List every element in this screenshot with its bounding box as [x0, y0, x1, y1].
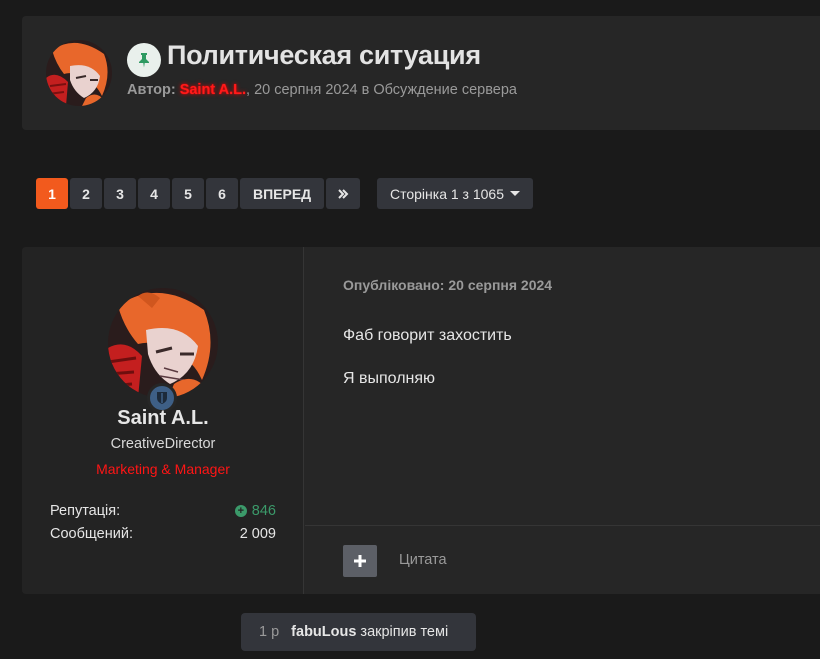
- reputation-label: Репутація:: [50, 503, 121, 519]
- posts-value: 2 009: [239, 526, 276, 542]
- page-4-button[interactable]: 4: [138, 178, 170, 209]
- topic-meta-rest: , 20 серпня 2024 в Обсуждение сервера: [246, 82, 517, 98]
- plus-circle-icon: +: [234, 505, 247, 517]
- page-5-button[interactable]: 5: [172, 178, 204, 209]
- topic-header: Политическая ситуация Автор: Saint A.L.,…: [22, 16, 820, 130]
- post-text-line: Я выполняю: [343, 370, 436, 387]
- post-author-avatar[interactable]: [108, 288, 218, 398]
- post-date[interactable]: Опубліковано: 20 серпня 2024: [343, 277, 552, 293]
- page-6-button[interactable]: 6: [206, 178, 238, 209]
- reputation-value: + 846: [234, 503, 276, 519]
- double-chevron-right-icon: [338, 188, 349, 199]
- author-link[interactable]: Saint A.L.: [180, 82, 246, 98]
- post-author-name[interactable]: Saint A.L.: [22, 407, 304, 430]
- pagination: 1 2 3 4 5 6 ВПЕРЕД: [36, 178, 361, 209]
- reputation-stat: Репутація: + 846: [50, 503, 276, 519]
- post: Saint A.L. CreativeDirector Marketing & …: [22, 247, 820, 594]
- multiquote-button[interactable]: [343, 545, 377, 577]
- next-page-button[interactable]: ВПЕРЕД: [240, 178, 325, 209]
- post-body: Опубліковано: 20 серпня 2024 Фаб говорит…: [305, 247, 820, 594]
- page-jump-dropdown[interactable]: Сторінка 1 з 1065: [377, 178, 533, 209]
- post-author-group: Marketing & Manager: [96, 461, 230, 477]
- page-1-button[interactable]: 1: [36, 178, 68, 209]
- page-2-button[interactable]: 2: [70, 178, 102, 209]
- plus-icon: [354, 555, 366, 567]
- last-page-button[interactable]: [326, 178, 361, 209]
- posts-label: Сообщений:: [50, 526, 133, 542]
- quote-button[interactable]: Цитата: [399, 552, 447, 568]
- pinned-badge: [127, 43, 161, 77]
- event-time: 1 р: [259, 624, 280, 640]
- page-title: Политическая ситуация: [167, 40, 481, 70]
- author-label: Автор:: [127, 82, 176, 98]
- page-3-button[interactable]: 3: [104, 178, 136, 209]
- topic-page: Политическая ситуация Автор: Saint A.L.,…: [0, 0, 820, 659]
- posts-stat: Сообщений: 2 009: [50, 526, 276, 542]
- post-author-panel: Saint A.L. CreativeDirector Marketing & …: [22, 247, 304, 594]
- pin-icon: [139, 53, 149, 68]
- event-user-link[interactable]: fabuLous: [291, 624, 356, 640]
- post-author-title: CreativeDirector: [110, 436, 216, 452]
- author-avatar[interactable]: [46, 40, 112, 106]
- post-text-line: Фаб говорит захостить: [343, 327, 512, 344]
- event-action: закріпив темі: [360, 624, 449, 640]
- page-jump-label: Сторінка 1 з 1065: [389, 185, 505, 202]
- reputation-number: 846: [251, 503, 276, 519]
- post-footer: Цитата: [305, 525, 820, 594]
- pinned-event: 1 р fabuLous закріпив темі: [241, 613, 476, 651]
- topic-meta: Автор: Saint A.L., 20 серпня 2024 в Обсу…: [127, 82, 517, 98]
- shield-icon: [157, 392, 167, 404]
- caret-down-icon: [510, 191, 521, 196]
